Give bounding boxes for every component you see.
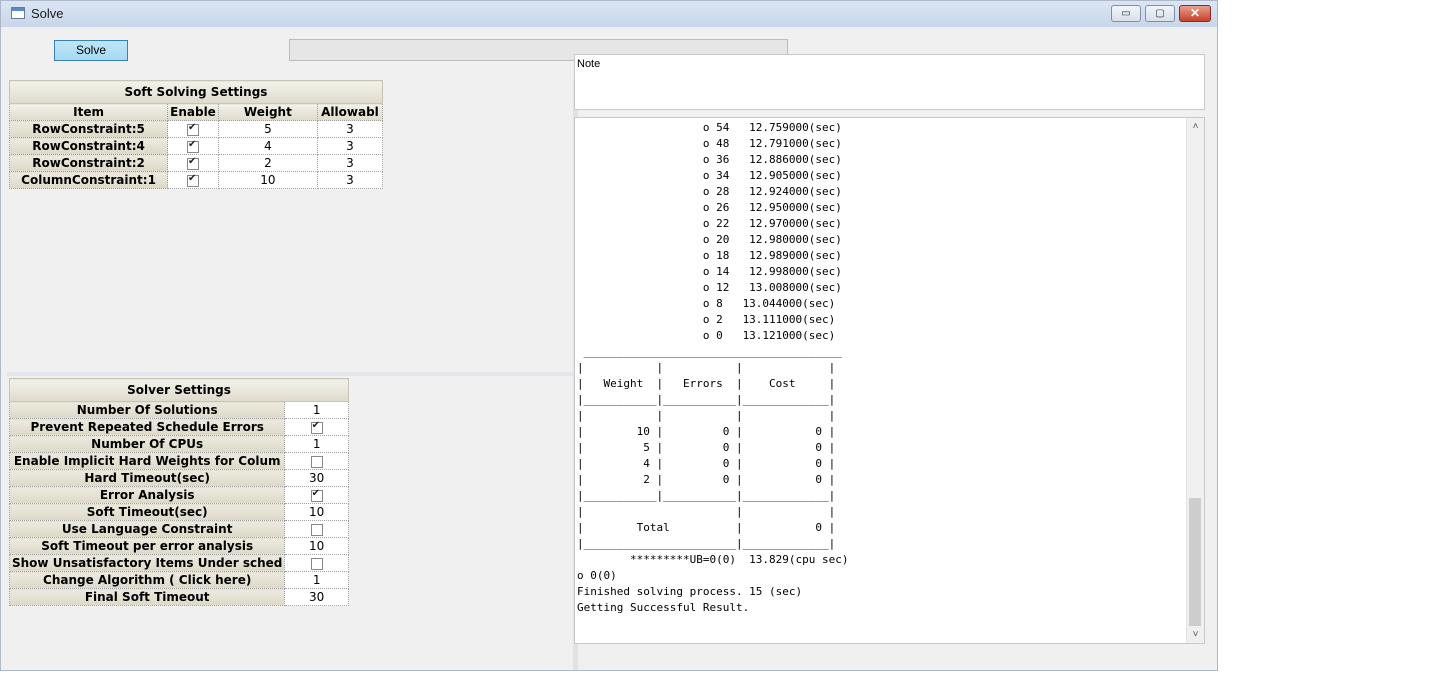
table-row[interactable]: Final Soft Timeout 30 <box>8 588 349 606</box>
setting-label: Soft Timeout per error analysis <box>8 537 286 555</box>
window-title: Solve <box>31 6 64 21</box>
setting-value-cell[interactable]: 1 <box>284 401 349 419</box>
setting-value-cell[interactable]: 10 <box>284 503 349 521</box>
setting-checkbox-cell[interactable] <box>284 520 349 538</box>
setting-label: Enable Implicit Hard Weights for Colum <box>8 452 286 470</box>
enable-checkbox[interactable] <box>186 122 199 136</box>
setting-checkbox-cell[interactable] <box>284 452 349 470</box>
minimize-button[interactable]: ▭ <box>1111 5 1141 22</box>
allowable-cell[interactable]: 3 <box>316 137 384 155</box>
soft-settings-grid: Soft Solving Settings Item Enable Weight… <box>8 80 384 189</box>
col-header-allowable[interactable]: Allowabl <box>316 103 384 121</box>
setting-label: Number Of CPUs <box>8 435 286 453</box>
soft-item-name[interactable]: RowConstraint:2 <box>8 154 169 172</box>
table-row[interactable]: RowConstraint:2 23 <box>8 154 384 172</box>
setting-checkbox[interactable] <box>310 420 323 434</box>
setting-value-cell[interactable]: 10 <box>284 537 349 555</box>
setting-checkbox[interactable] <box>310 557 323 570</box>
enable-checkbox[interactable] <box>186 139 199 153</box>
note-label: Note <box>577 58 601 70</box>
setting-label: Number Of Solutions <box>8 401 286 419</box>
output-text: o 54 12.759000(sec) o 48 12.791000(sec) … <box>577 121 849 614</box>
enable-checkbox-cell[interactable] <box>167 171 219 189</box>
solver-settings-grid: Solver Settings Number Of Solutions 1 Prev… <box>8 378 349 606</box>
soft-item-name[interactable]: RowConstraint:4 <box>8 137 169 155</box>
table-row[interactable]: RowConstraint:4 43 <box>8 137 384 155</box>
col-header-weight[interactable]: Weight <box>217 103 318 121</box>
weight-cell[interactable]: 2 <box>217 154 318 172</box>
table-row[interactable]: Hard Timeout(sec) 30 <box>8 469 349 487</box>
table-row[interactable]: Soft Timeout per error analysis 10 <box>8 537 349 555</box>
maximize-button[interactable]: ▢ <box>1145 5 1175 22</box>
table-row[interactable]: Error Analysis <box>8 486 349 504</box>
scroll-down-icon[interactable]: ˅ <box>1187 626 1204 643</box>
output-log[interactable]: o 54 12.759000(sec) o 48 12.791000(sec) … <box>574 117 1205 644</box>
soft-settings-title: Soft Solving Settings <box>9 80 383 104</box>
setting-label: Prevent Repeated Schedule Errors <box>8 418 286 436</box>
setting-checkbox-cell[interactable] <box>284 554 349 572</box>
setting-checkbox[interactable] <box>310 455 323 468</box>
table-row[interactable]: Prevent Repeated Schedule Errors <box>8 418 349 436</box>
enable-checkbox[interactable] <box>186 156 199 170</box>
table-row[interactable]: ColumnConstraint:1 103 <box>8 171 384 189</box>
note-panel[interactable]: Note <box>574 54 1205 110</box>
allowable-cell[interactable]: 3 <box>316 171 384 189</box>
allowable-cell[interactable]: 3 <box>316 120 384 138</box>
table-row[interactable]: Number Of CPUs 1 <box>8 435 349 453</box>
setting-label: Error Analysis <box>8 486 286 504</box>
table-row[interactable]: Number Of Solutions 1 <box>8 401 349 419</box>
solve-window: Solve ▭ ▢ ✕ Solve Soft Solving Settings … <box>0 0 1218 671</box>
setting-checkbox[interactable] <box>310 488 323 502</box>
soft-item-name[interactable]: RowConstraint:5 <box>8 120 169 138</box>
app-window-icon <box>11 7 25 19</box>
solve-button[interactable]: Solve <box>54 40 128 61</box>
setting-checkbox[interactable] <box>310 523 323 536</box>
setting-checkbox-cell[interactable] <box>284 486 349 504</box>
close-button[interactable]: ✕ <box>1179 5 1211 22</box>
output-scrollbar[interactable]: ˄ ˅ <box>1186 118 1204 643</box>
setting-value-cell[interactable]: 30 <box>284 588 349 606</box>
setting-label: Hard Timeout(sec) <box>8 469 286 487</box>
left-pane-splitter[interactable] <box>7 372 573 376</box>
setting-label: Use Language Constraint <box>8 520 286 538</box>
setting-label: Change Algorithm ( Click here) <box>8 571 286 589</box>
setting-label: Soft Timeout(sec) <box>8 503 286 521</box>
setting-value-cell[interactable]: 1 <box>284 571 349 589</box>
col-header-item[interactable]: Item <box>8 103 169 121</box>
setting-label: Show Unsatisfactory Items Under sched <box>8 554 286 572</box>
table-row[interactable]: Enable Implicit Hard Weights for Colum <box>8 452 349 470</box>
weight-cell[interactable]: 10 <box>217 171 318 189</box>
scroll-up-icon[interactable]: ˄ <box>1187 118 1204 135</box>
soft-item-name[interactable]: ColumnConstraint:1 <box>8 171 169 189</box>
setting-value-cell[interactable]: 1 <box>284 435 349 453</box>
title-bar: Solve ▭ ▢ ✕ <box>1 1 1217 27</box>
setting-value-cell[interactable]: 30 <box>284 469 349 487</box>
setting-label: Final Soft Timeout <box>8 588 286 606</box>
table-row[interactable]: Show Unsatisfactory Items Under sched <box>8 554 349 572</box>
enable-checkbox[interactable] <box>186 173 199 187</box>
enable-checkbox-cell[interactable] <box>167 120 219 138</box>
enable-checkbox-cell[interactable] <box>167 154 219 172</box>
weight-cell[interactable]: 4 <box>217 137 318 155</box>
table-row[interactable]: Use Language Constraint <box>8 520 349 538</box>
enable-checkbox-cell[interactable] <box>167 137 219 155</box>
weight-cell[interactable]: 5 <box>217 120 318 138</box>
scroll-thumb[interactable] <box>1189 498 1201 626</box>
table-row[interactable]: Soft Timeout(sec) 10 <box>8 503 349 521</box>
table-row[interactable]: Change Algorithm ( Click here) 1 <box>8 571 349 589</box>
solver-settings-title: Solver Settings <box>9 378 349 402</box>
setting-checkbox-cell[interactable] <box>284 418 349 436</box>
table-row[interactable]: RowConstraint:5 53 <box>8 120 384 138</box>
col-header-enable[interactable]: Enable <box>167 103 219 121</box>
allowable-cell[interactable]: 3 <box>316 154 384 172</box>
